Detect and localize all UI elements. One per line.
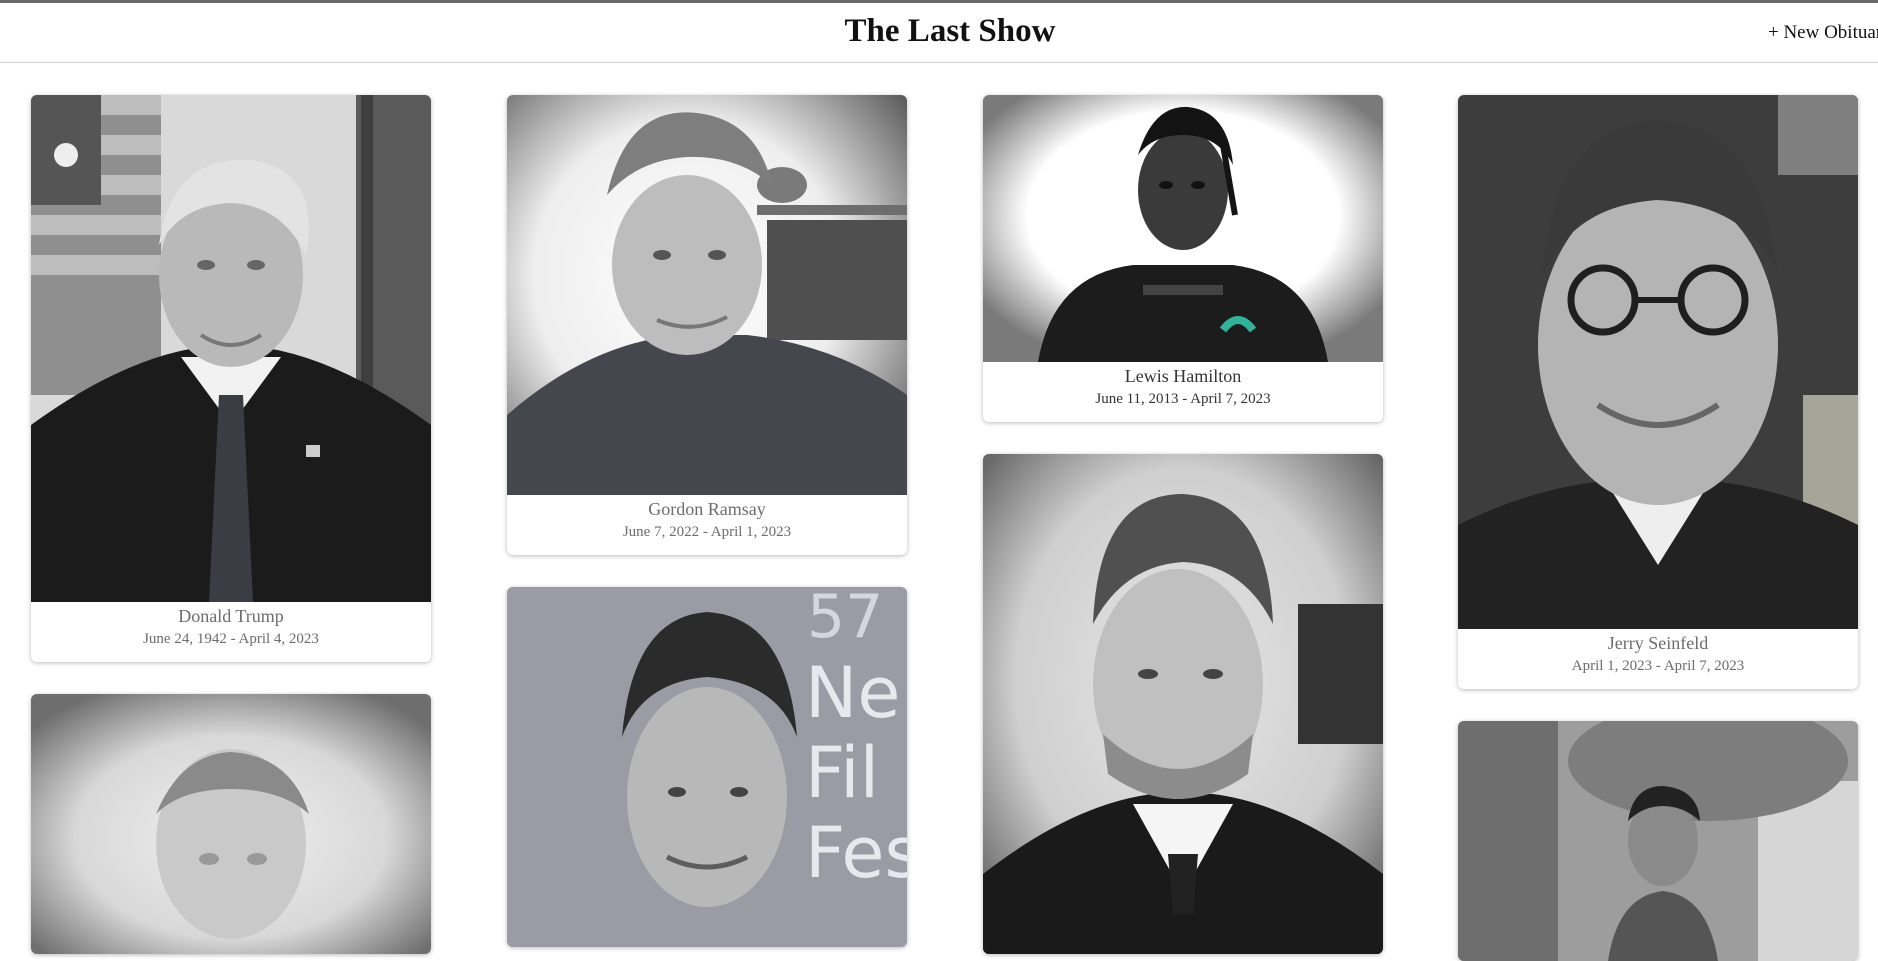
obituary-name: Donald Trump (178, 606, 284, 626)
app-header: The Last Show + New Obituary (0, 3, 1878, 63)
obituary-photo (1458, 721, 1858, 961)
obituary-name: Gordon Ramsay (648, 499, 766, 519)
obituary-photo (31, 95, 431, 602)
obituary-card-partial[interactable] (983, 454, 1383, 954)
obituary-card-donald-trump[interactable]: Donald Trump June 24, 1942 - April 4, 20… (31, 95, 431, 662)
obituary-card-partial[interactable] (1458, 721, 1858, 961)
obituary-dates: June 7, 2022 - April 1, 2023 (622, 524, 792, 540)
obituary-photo (507, 95, 907, 495)
obituary-photo (31, 694, 431, 954)
obituary-name: Lewis Hamilton (1124, 366, 1242, 386)
obituary-card-partial[interactable] (31, 694, 431, 954)
obituary-dates: April 1, 2023 - April 7, 2023 (1571, 658, 1745, 674)
obituary-photo (1458, 95, 1858, 629)
sign-text: Fil (805, 732, 879, 814)
obituary-dates: June 11, 2013 - April 7, 2023 (1095, 391, 1271, 407)
obituary-card-gordon-ramsay[interactable]: Gordon Ramsay June 7, 2022 - April 1, 20… (507, 95, 907, 555)
page-title: The Last Show (844, 13, 1056, 49)
obituary-card-jerry-seinfeld[interactable]: Jerry Seinfeld April 1, 2023 - April 7, … (1458, 95, 1858, 689)
obituary-card-partial[interactable]: 57 Ne Fil Fes (507, 587, 907, 947)
sign-text: 57 (807, 587, 883, 652)
obituary-card-lewis-hamilton[interactable]: Lewis Hamilton June 11, 2013 - April 7, … (983, 95, 1383, 422)
new-obituary-button[interactable]: + New Obituary (1768, 22, 1878, 44)
obituary-photo (983, 454, 1383, 954)
obituary-photo: 57 Ne Fil Fes (507, 587, 907, 947)
obituary-name: Jerry Seinfeld (1607, 633, 1709, 653)
obituary-photo (983, 95, 1383, 362)
sign-text: Fes (805, 812, 907, 894)
obituary-dates: June 24, 1942 - April 4, 2023 (143, 631, 319, 647)
sign-text: Ne (805, 652, 900, 734)
